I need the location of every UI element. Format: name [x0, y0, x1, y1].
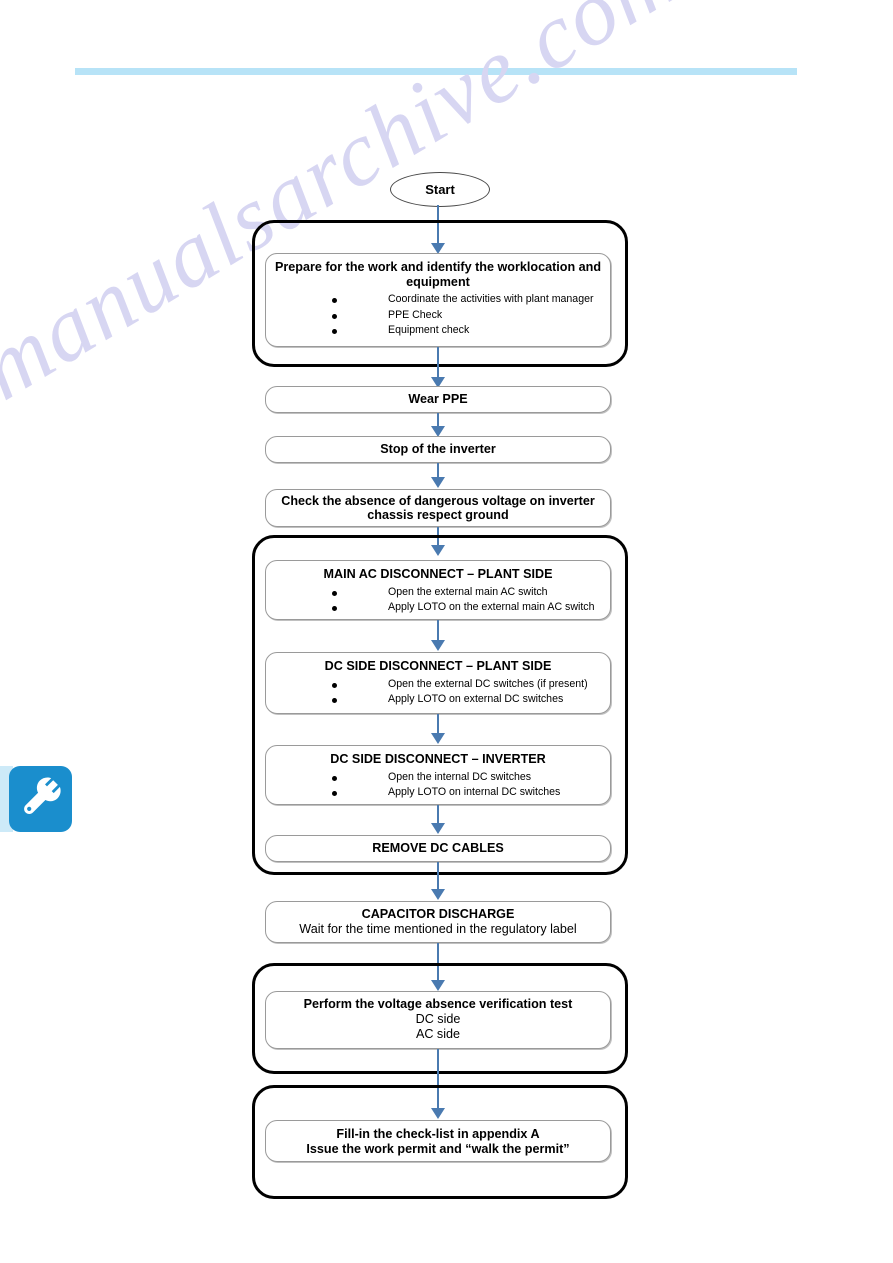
flow-arrow-dcplant-dcinverter	[431, 714, 445, 744]
flow-node-voltage-absence-test: Perform the voltage absence verification…	[265, 991, 611, 1049]
flow-node-dc-disconnect-inverter-bullets: Open the internal DC switches Apply LOTO…	[266, 770, 610, 801]
flow-node-check-absence-title: Check the absence of dangerous voltage o…	[281, 493, 595, 523]
list-item: Open the external main AC switch	[332, 585, 610, 601]
list-item: Coordinate the activities with plant man…	[332, 292, 610, 308]
flow-node-capacitor-discharge: CAPACITOR DISCHARGE Wait for the time me…	[265, 901, 611, 943]
list-item: Apply LOTO on the external main AC switc…	[332, 600, 610, 616]
flow-node-capacitor-discharge-sub: Wait for the time mentioned in the regul…	[299, 921, 577, 936]
list-item: PPE Check	[332, 308, 610, 324]
flow-node-prepare-bullets: Coordinate the activities with plant man…	[266, 292, 610, 339]
flow-arrow-stop-check	[431, 463, 445, 488]
list-item: Open the external DC switches (if presen…	[332, 677, 610, 693]
flow-arrow-dcinverter-removecables	[431, 805, 445, 834]
flow-node-check-absence: Check the absence of dangerous voltage o…	[265, 489, 611, 527]
flow-node-dc-disconnect-inverter: DC SIDE DISCONNECT – INVERTER Open the i…	[265, 745, 611, 805]
flow-node-fill-checklist: Fill-in the check-list in appendix A Iss…	[265, 1120, 611, 1162]
flow-node-main-ac-disconnect-title: MAIN AC DISCONNECT – PLANT SIDE	[323, 567, 553, 581]
flow-arrow-wearppe-stop	[431, 413, 445, 437]
flow-node-remove-dc-cables-title: REMOVE DC CABLES	[372, 841, 504, 856]
flow-node-fill-checklist-line2: Issue the work permit and “walk the perm…	[306, 1141, 570, 1156]
flow-node-start: Start	[390, 172, 490, 207]
flow-node-main-ac-disconnect: MAIN AC DISCONNECT – PLANT SIDE Open the…	[265, 560, 611, 620]
flow-node-dc-disconnect-plant: DC SIDE DISCONNECT – PLANT SIDE Open the…	[265, 652, 611, 714]
list-item: Open the internal DC switches	[332, 770, 610, 786]
flow-node-dc-disconnect-plant-title: DC SIDE DISCONNECT – PLANT SIDE	[324, 659, 552, 673]
flow-node-wear-ppe-title: Wear PPE	[408, 392, 468, 407]
flow-node-dc-disconnect-inverter-title: DC SIDE DISCONNECT – INVERTER	[330, 752, 546, 766]
list-item: Equipment check	[332, 323, 610, 339]
flow-node-voltage-absence-test-ac: AC side	[415, 1026, 461, 1041]
flow-node-remove-dc-cables: REMOVE DC CABLES	[265, 835, 611, 862]
flowchart: Start Prepare for the work and identify …	[0, 0, 893, 1263]
flow-arrow-prepare-wearppe	[431, 347, 445, 388]
flow-node-stop-inverter-title: Stop of the inverter	[380, 442, 496, 457]
list-item: Apply LOTO on external DC switches	[332, 692, 610, 708]
flow-node-capacitor-discharge-title: CAPACITOR DISCHARGE	[361, 907, 515, 921]
flow-node-stop-inverter: Stop of the inverter	[265, 436, 611, 463]
flow-node-prepare: Prepare for the work and identify the wo…	[265, 253, 611, 347]
flow-node-prepare-title: Prepare for the work and identify the wo…	[274, 260, 602, 289]
flow-node-dc-disconnect-plant-bullets: Open the external DC switches (if presen…	[266, 677, 610, 708]
flow-node-voltage-absence-test-dc: DC side	[415, 1011, 461, 1026]
flow-arrow-removecables-capacitor	[431, 862, 445, 900]
flow-arrow-mainac-dcplant	[431, 620, 445, 651]
flow-node-wear-ppe: Wear PPE	[265, 386, 611, 413]
flow-node-voltage-absence-test-title: Perform the voltage absence verification…	[303, 997, 573, 1011]
flow-node-main-ac-disconnect-bullets: Open the external main AC switch Apply L…	[266, 585, 610, 616]
list-item: Apply LOTO on internal DC switches	[332, 785, 610, 801]
flow-node-fill-checklist-line1: Fill-in the check-list in appendix A	[336, 1127, 540, 1141]
